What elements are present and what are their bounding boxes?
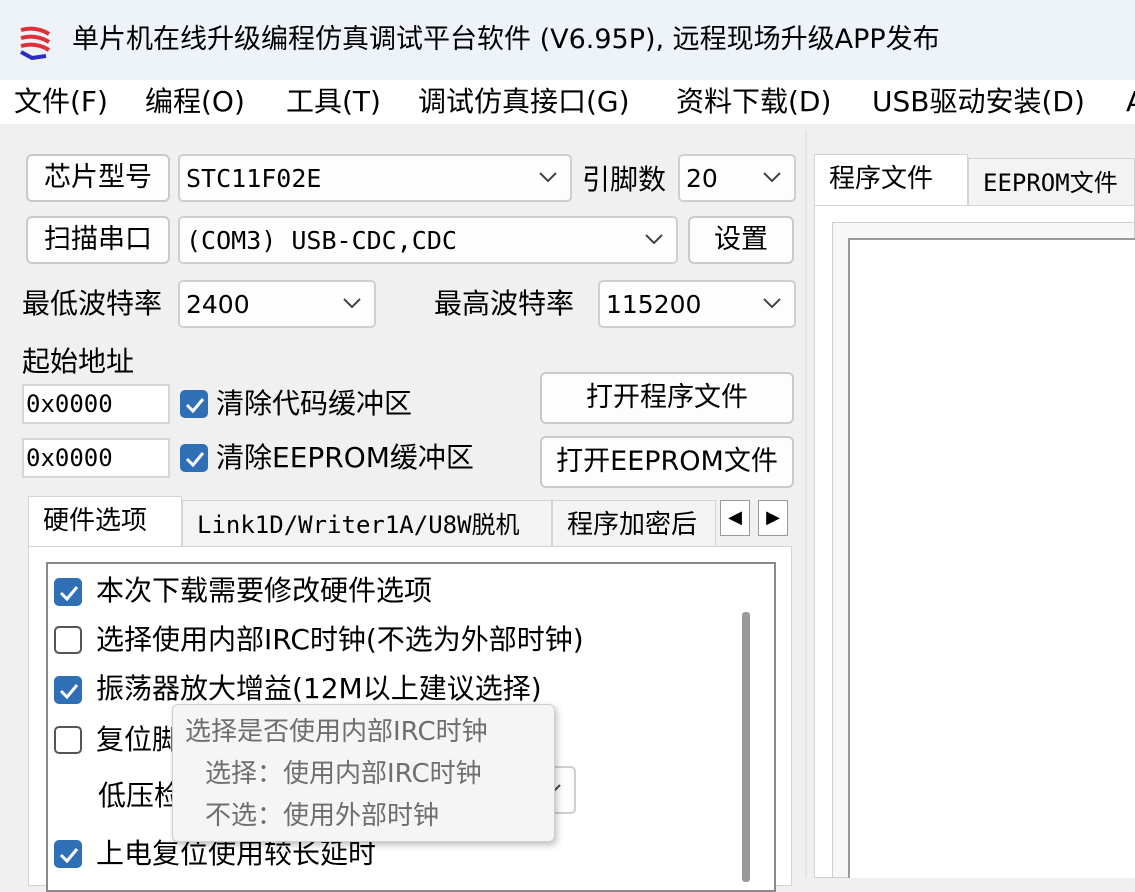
port-value: (COM3) USB-CDC,CDC bbox=[186, 225, 457, 255]
clear-code-buffer-label: 清除代码缓冲区 bbox=[216, 387, 413, 420]
app-logo-icon bbox=[20, 26, 51, 60]
menu-tools[interactable]: 工具(T) bbox=[286, 80, 381, 124]
clear-eeprom-buffer-label: 清除EEPROM缓冲区 bbox=[216, 441, 474, 474]
check-icon bbox=[59, 848, 79, 864]
chevron-down-icon bbox=[645, 234, 663, 245]
menu-file[interactable]: 文件(F) bbox=[14, 80, 108, 124]
option-reset-pin-checkbox[interactable] bbox=[54, 726, 82, 754]
menu-bar: 文件(F) 编程(O) 工具(T) 调试仿真接口(G) 资料下载(D) USB驱… bbox=[0, 80, 1135, 124]
port-select[interactable]: (COM3) USB-CDC,CDC bbox=[178, 216, 678, 264]
pin-count-label: 引脚数 bbox=[582, 163, 667, 196]
min-baud-select[interactable]: 2400 bbox=[178, 280, 376, 328]
menu-usb-driver[interactable]: USB驱动安装(D) bbox=[872, 80, 1085, 124]
option-modify-hardware-label: 本次下载需要修改硬件选项 bbox=[96, 574, 433, 607]
option-osc-gain-label: 振荡器放大增益(12M以上建议选择) bbox=[96, 672, 542, 705]
check-icon bbox=[185, 452, 205, 468]
chip-model-button[interactable]: 芯片型号 bbox=[26, 154, 170, 202]
chevron-down-icon bbox=[343, 298, 361, 309]
option-modify-hardware-checkbox[interactable] bbox=[54, 578, 82, 606]
file-content-area[interactable] bbox=[848, 238, 1135, 878]
splitter[interactable] bbox=[805, 130, 807, 878]
open-program-file-button[interactable]: 打开程序文件 bbox=[540, 372, 794, 424]
chip-model-value: STC11F02E bbox=[186, 163, 322, 193]
max-baud-select[interactable]: 115200 bbox=[598, 280, 796, 328]
port-settings-button[interactable]: 设置 bbox=[688, 216, 794, 264]
open-eeprom-file-button[interactable]: 打开EEPROM文件 bbox=[540, 436, 794, 488]
clear-code-buffer-checkbox[interactable] bbox=[180, 390, 208, 418]
tab-hardware-options[interactable]: 硬件选项 bbox=[28, 496, 182, 548]
tab-encryption[interactable]: 程序加密后 bbox=[552, 500, 716, 548]
tooltip-title: 选择是否使用内部IRC时钟 bbox=[185, 717, 488, 747]
menu-program[interactable]: 编程(O) bbox=[145, 80, 245, 124]
scan-port-button[interactable]: 扫描串口 bbox=[26, 216, 170, 264]
option-internal-irc-label: 选择使用内部IRC时钟(不选为外部时钟) bbox=[96, 623, 584, 656]
min-baud-value: 2400 bbox=[186, 289, 250, 319]
chevron-down-icon bbox=[763, 298, 781, 309]
eeprom-start-address-input[interactable]: 0x0000 bbox=[22, 438, 170, 478]
option-internal-irc-checkbox[interactable] bbox=[54, 626, 82, 654]
check-icon bbox=[59, 684, 79, 700]
code-start-address-input[interactable]: 0x0000 bbox=[22, 384, 170, 424]
tooltip-line-select: 选择：使用内部IRC时钟 bbox=[205, 759, 482, 789]
start-address-label: 起始地址 bbox=[22, 345, 135, 378]
window-title: 单片机在线升级编程仿真调试平台软件 (V6.95P), 远程现场升级APP发布 bbox=[72, 24, 940, 55]
title-bar: 单片机在线升级编程仿真调试平台软件 (V6.95P), 远程现场升级APP发布 bbox=[0, 0, 1135, 80]
check-icon bbox=[185, 398, 205, 414]
tab-program-file[interactable]: 程序文件 bbox=[814, 154, 968, 206]
pin-count-value: 20 bbox=[686, 163, 718, 193]
min-baud-label: 最低波特率 bbox=[22, 287, 163, 320]
option-low-voltage-label: 低压检 bbox=[98, 779, 183, 812]
pin-count-select[interactable]: 20 bbox=[678, 154, 796, 202]
menu-downloads[interactable]: 资料下载(D) bbox=[676, 80, 831, 124]
check-icon bbox=[59, 586, 79, 602]
option-long-reset-delay-checkbox[interactable] bbox=[54, 840, 82, 868]
tab-link1d-offline[interactable]: Link1D/Writer1A/U8W脱机 bbox=[182, 500, 552, 548]
option-reset-pin-label: 复位脚 bbox=[96, 723, 181, 756]
chevron-down-icon bbox=[763, 172, 781, 183]
option-osc-gain-checkbox[interactable] bbox=[54, 676, 82, 704]
tab-scroll-left-button[interactable]: ◀ bbox=[720, 500, 750, 536]
menu-debug-interface[interactable]: 调试仿真接口(G) bbox=[418, 80, 630, 124]
tab-eeprom-file[interactable]: EEPROM文件 bbox=[968, 158, 1135, 206]
max-baud-value: 115200 bbox=[606, 289, 702, 319]
options-scrollbar[interactable] bbox=[742, 612, 750, 882]
tooltip-line-deselect: 不选：使用外部时钟 bbox=[205, 801, 440, 831]
menu-more[interactable]: A bbox=[1126, 80, 1135, 124]
chevron-down-icon bbox=[539, 172, 557, 183]
tooltip: 选择是否使用内部IRC时钟 选择：使用内部IRC时钟 不选：使用外部时钟 bbox=[172, 704, 555, 842]
clear-eeprom-buffer-checkbox[interactable] bbox=[180, 444, 208, 472]
chip-model-select[interactable]: STC11F02E bbox=[178, 154, 572, 202]
tab-scroll-right-button[interactable]: ▶ bbox=[758, 500, 788, 536]
max-baud-label: 最高波特率 bbox=[434, 287, 575, 320]
